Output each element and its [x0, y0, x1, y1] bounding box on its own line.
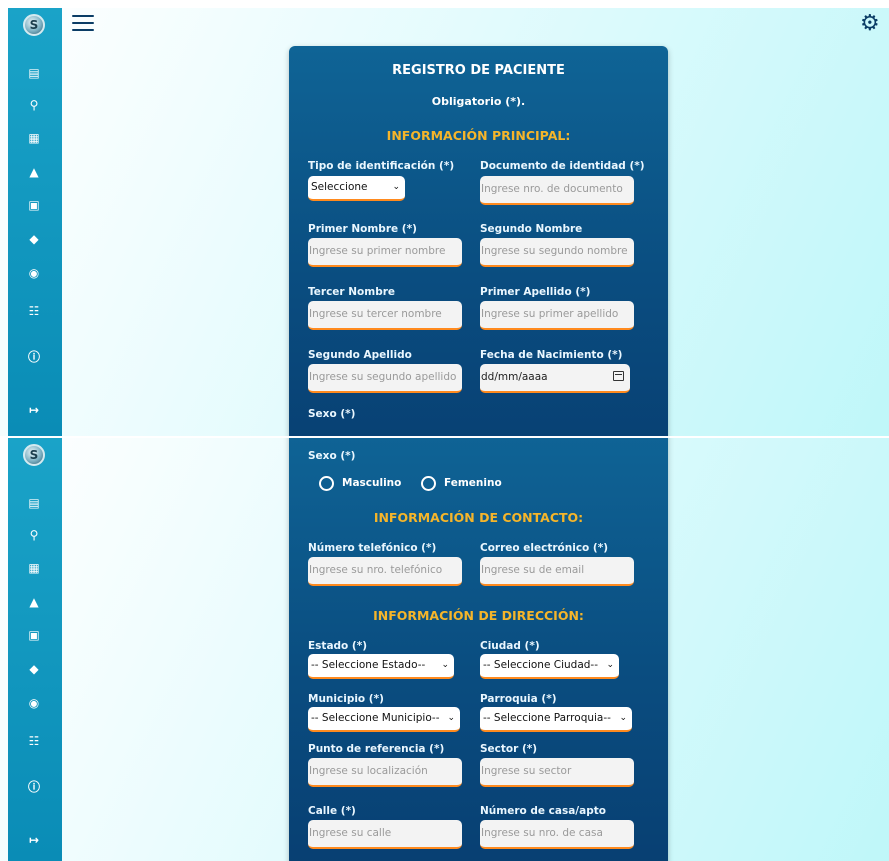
- logout-icon[interactable]: ↦: [27, 403, 41, 417]
- punto-referencia-input[interactable]: Ingrese su localización: [308, 758, 462, 787]
- section-contacto: INFORMACIÓN DE CONTACTO:: [373, 510, 584, 525]
- municipio-select[interactable]: -- Seleccione Municipio-- ⌄: [308, 707, 460, 732]
- label-sexo: Sexo (*): [308, 450, 356, 462]
- tipo-id-value: Seleccione: [311, 181, 368, 193]
- registration-card: REGISTRO DE PACIENTE Obligatorio (*). IN…: [289, 46, 668, 436]
- app-logo-2: S: [23, 444, 45, 466]
- fecha-nacimiento-value: dd/mm/aaaa: [481, 371, 548, 383]
- label-segundo-apellido: Segundo Apellido: [308, 349, 412, 361]
- calle-input[interactable]: Ingrese su calle: [308, 820, 462, 849]
- clipboard-icon[interactable]: ▣: [27, 628, 41, 642]
- label-masculino: Masculino: [342, 477, 402, 489]
- chevron-down-icon: ⌄: [619, 713, 627, 723]
- microscope-icon[interactable]: ⚲: [27, 528, 41, 542]
- municipio-value: -- Seleccione Municipio--: [311, 712, 440, 724]
- radio-masculino[interactable]: [319, 476, 334, 491]
- label-estado: Estado (*): [308, 640, 368, 652]
- estado-select[interactable]: -- Seleccione Estado-- ⌄: [308, 654, 454, 679]
- label-parroquia: Parroquia (*): [480, 693, 557, 705]
- label-telefono: Número telefónico (*): [308, 542, 437, 554]
- segundo-nombre-input[interactable]: Ingrese su segundo nombre: [480, 238, 634, 267]
- gear-icon[interactable]: ⚙: [860, 13, 880, 35]
- box-icon[interactable]: ◆: [27, 662, 41, 676]
- correo-input[interactable]: Ingrese su de email: [480, 557, 634, 586]
- chevron-down-icon: ⌄: [392, 182, 400, 192]
- chevron-down-icon: ⌄: [441, 660, 449, 670]
- users-icon[interactable]: ☷: [27, 734, 41, 748]
- label-primer-nombre: Primer Nombre (*): [308, 223, 417, 235]
- logout-icon[interactable]: ↦: [27, 833, 41, 847]
- telefono-input[interactable]: Ingrese su nro. telefónico: [308, 557, 462, 586]
- calendar-icon[interactable]: [613, 371, 624, 381]
- patient-record-icon[interactable]: ▤: [27, 496, 41, 510]
- fecha-nacimiento-input[interactable]: dd/mm/aaaa: [480, 364, 630, 393]
- estado-value: -- Seleccione Estado--: [311, 659, 426, 671]
- label-sexo-top: Sexo (*): [308, 408, 356, 420]
- flask-icon[interactable]: ▲: [27, 165, 41, 179]
- eye-icon[interactable]: ◉: [27, 266, 41, 280]
- label-tipo-id: Tipo de identificación (*): [308, 160, 455, 172]
- tercer-nombre-input[interactable]: Ingrese su tercer nombre: [308, 301, 462, 330]
- clipboard-icon[interactable]: ▣: [27, 198, 41, 212]
- label-sector: Sector (*): [480, 743, 538, 755]
- info-icon[interactable]: ⓘ: [27, 780, 41, 794]
- label-primer-apellido: Primer Apellido (*): [480, 286, 591, 298]
- chevron-down-icon: ⌄: [447, 713, 455, 723]
- top-screenshot-panel: S ▤ ⚲ ▦ ▲ ▣ ◆ ◉ ☷ ⓘ ↦ ⚙ REGISTRO DE PACI…: [0, 8, 889, 436]
- tipo-id-select[interactable]: Seleccione ⌄: [308, 176, 405, 201]
- label-casa: Número de casa/apto: [480, 805, 606, 817]
- bottom-screenshot-panel: S ▤ ⚲ ▦ ▲ ▣ ◆ ◉ ☷ ⓘ ↦ Sexo (*) Masculino…: [0, 438, 889, 861]
- registration-card-continued: Sexo (*) Masculino Femenino INFORMACIÓN …: [289, 438, 668, 861]
- casa-input[interactable]: Ingrese su nro. de casa: [480, 820, 634, 849]
- label-tercer-nombre: Tercer Nombre: [308, 286, 396, 298]
- form-title: REGISTRO DE PACIENTE: [392, 63, 565, 78]
- label-fecha-nacimiento: Fecha de Nacimiento (*): [480, 349, 623, 361]
- section-direccion: INFORMACIÓN DE DIRECCIÓN:: [373, 608, 584, 623]
- label-correo: Correo electrónico (*): [480, 542, 608, 554]
- info-icon[interactable]: ⓘ: [27, 350, 41, 364]
- label-documento: Documento de identidad (*): [480, 160, 645, 172]
- sidebar-2: S ▤ ⚲ ▦ ▲ ▣ ◆ ◉ ☷ ⓘ ↦: [8, 438, 62, 861]
- sidebar: S ▤ ⚲ ▦ ▲ ▣ ◆ ◉ ☷ ⓘ ↦: [8, 8, 62, 436]
- segundo-apellido-input[interactable]: Ingrese su segundo apellido: [308, 364, 462, 393]
- primer-apellido-input[interactable]: Ingrese su primer apellido: [480, 301, 634, 330]
- ciudad-value: -- Seleccione Ciudad--: [483, 659, 599, 671]
- file-medical-icon[interactable]: ▦: [27, 561, 41, 575]
- parroquia-select[interactable]: -- Seleccione Parroquia-- ⌄: [480, 707, 632, 732]
- hamburger-menu-icon[interactable]: [72, 15, 94, 33]
- sector-input[interactable]: Ingrese su sector: [480, 758, 634, 787]
- label-femenino: Femenino: [444, 477, 502, 489]
- box-icon[interactable]: ◆: [27, 232, 41, 246]
- file-medical-icon[interactable]: ▦: [27, 131, 41, 145]
- flask-icon[interactable]: ▲: [27, 595, 41, 609]
- label-calle: Calle (*): [308, 805, 356, 817]
- users-icon[interactable]: ☷: [27, 304, 41, 318]
- label-segundo-nombre: Segundo Nombre: [480, 223, 583, 235]
- documento-input[interactable]: Ingrese nro. de documento: [480, 176, 634, 205]
- eye-icon[interactable]: ◉: [27, 696, 41, 710]
- parroquia-value: -- Seleccione Parroquia--: [483, 712, 611, 724]
- ciudad-select[interactable]: -- Seleccione Ciudad-- ⌄: [480, 654, 619, 679]
- required-note: Obligatorio (*).: [431, 95, 526, 108]
- label-municipio: Municipio (*): [308, 693, 384, 705]
- radio-femenino[interactable]: [421, 476, 436, 491]
- label-punto-referencia: Punto de referencia (*): [308, 743, 445, 755]
- section-principal: INFORMACIÓN PRINCIPAL:: [386, 128, 571, 143]
- app-logo: S: [23, 14, 45, 36]
- patient-record-icon[interactable]: ▤: [27, 66, 41, 80]
- chevron-down-icon: ⌄: [606, 660, 614, 670]
- primer-nombre-input[interactable]: Ingrese su primer nombre: [308, 238, 462, 267]
- label-ciudad: Ciudad (*): [480, 640, 540, 652]
- microscope-icon[interactable]: ⚲: [27, 98, 41, 112]
